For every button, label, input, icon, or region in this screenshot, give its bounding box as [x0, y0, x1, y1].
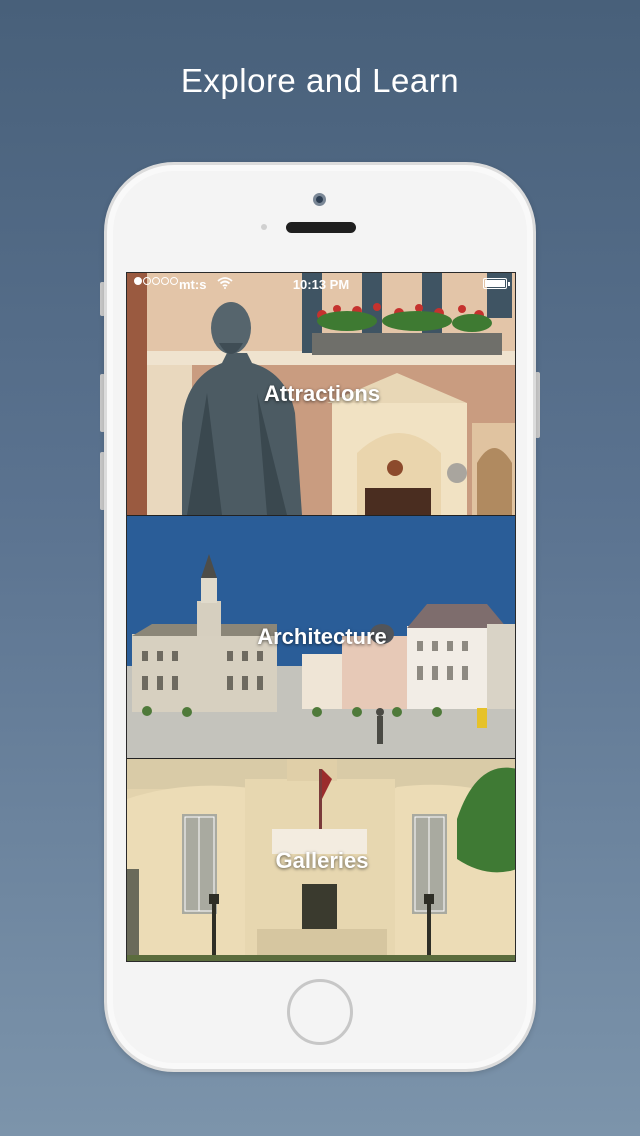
status-bar: mt:s 10:13 PM	[127, 273, 515, 295]
menu-tile-galleries[interactable]: Galleries	[127, 759, 515, 961]
marketing-headline: Explore and Learn	[180, 62, 460, 99]
proximity-sensor	[261, 224, 267, 230]
menu-tile-label: Architecture	[257, 624, 387, 649]
menu-tile-label: Attractions	[263, 381, 381, 406]
battery-icon	[483, 278, 510, 289]
battery-level-fill	[485, 280, 505, 287]
menu-tile-label: Galleries	[275, 848, 369, 873]
menu-tile-architecture[interactable]: Architecture	[127, 516, 515, 758]
front-camera-icon	[313, 193, 326, 206]
app-screen: mt:s 10:13 PM Attractions Architecture G…	[126, 272, 516, 962]
clock: 10:13 PM	[292, 277, 350, 292]
menu-tile-attractions[interactable]: Attractions	[127, 273, 515, 515]
home-button[interactable]	[287, 979, 353, 1045]
earpiece-speaker	[286, 222, 356, 233]
